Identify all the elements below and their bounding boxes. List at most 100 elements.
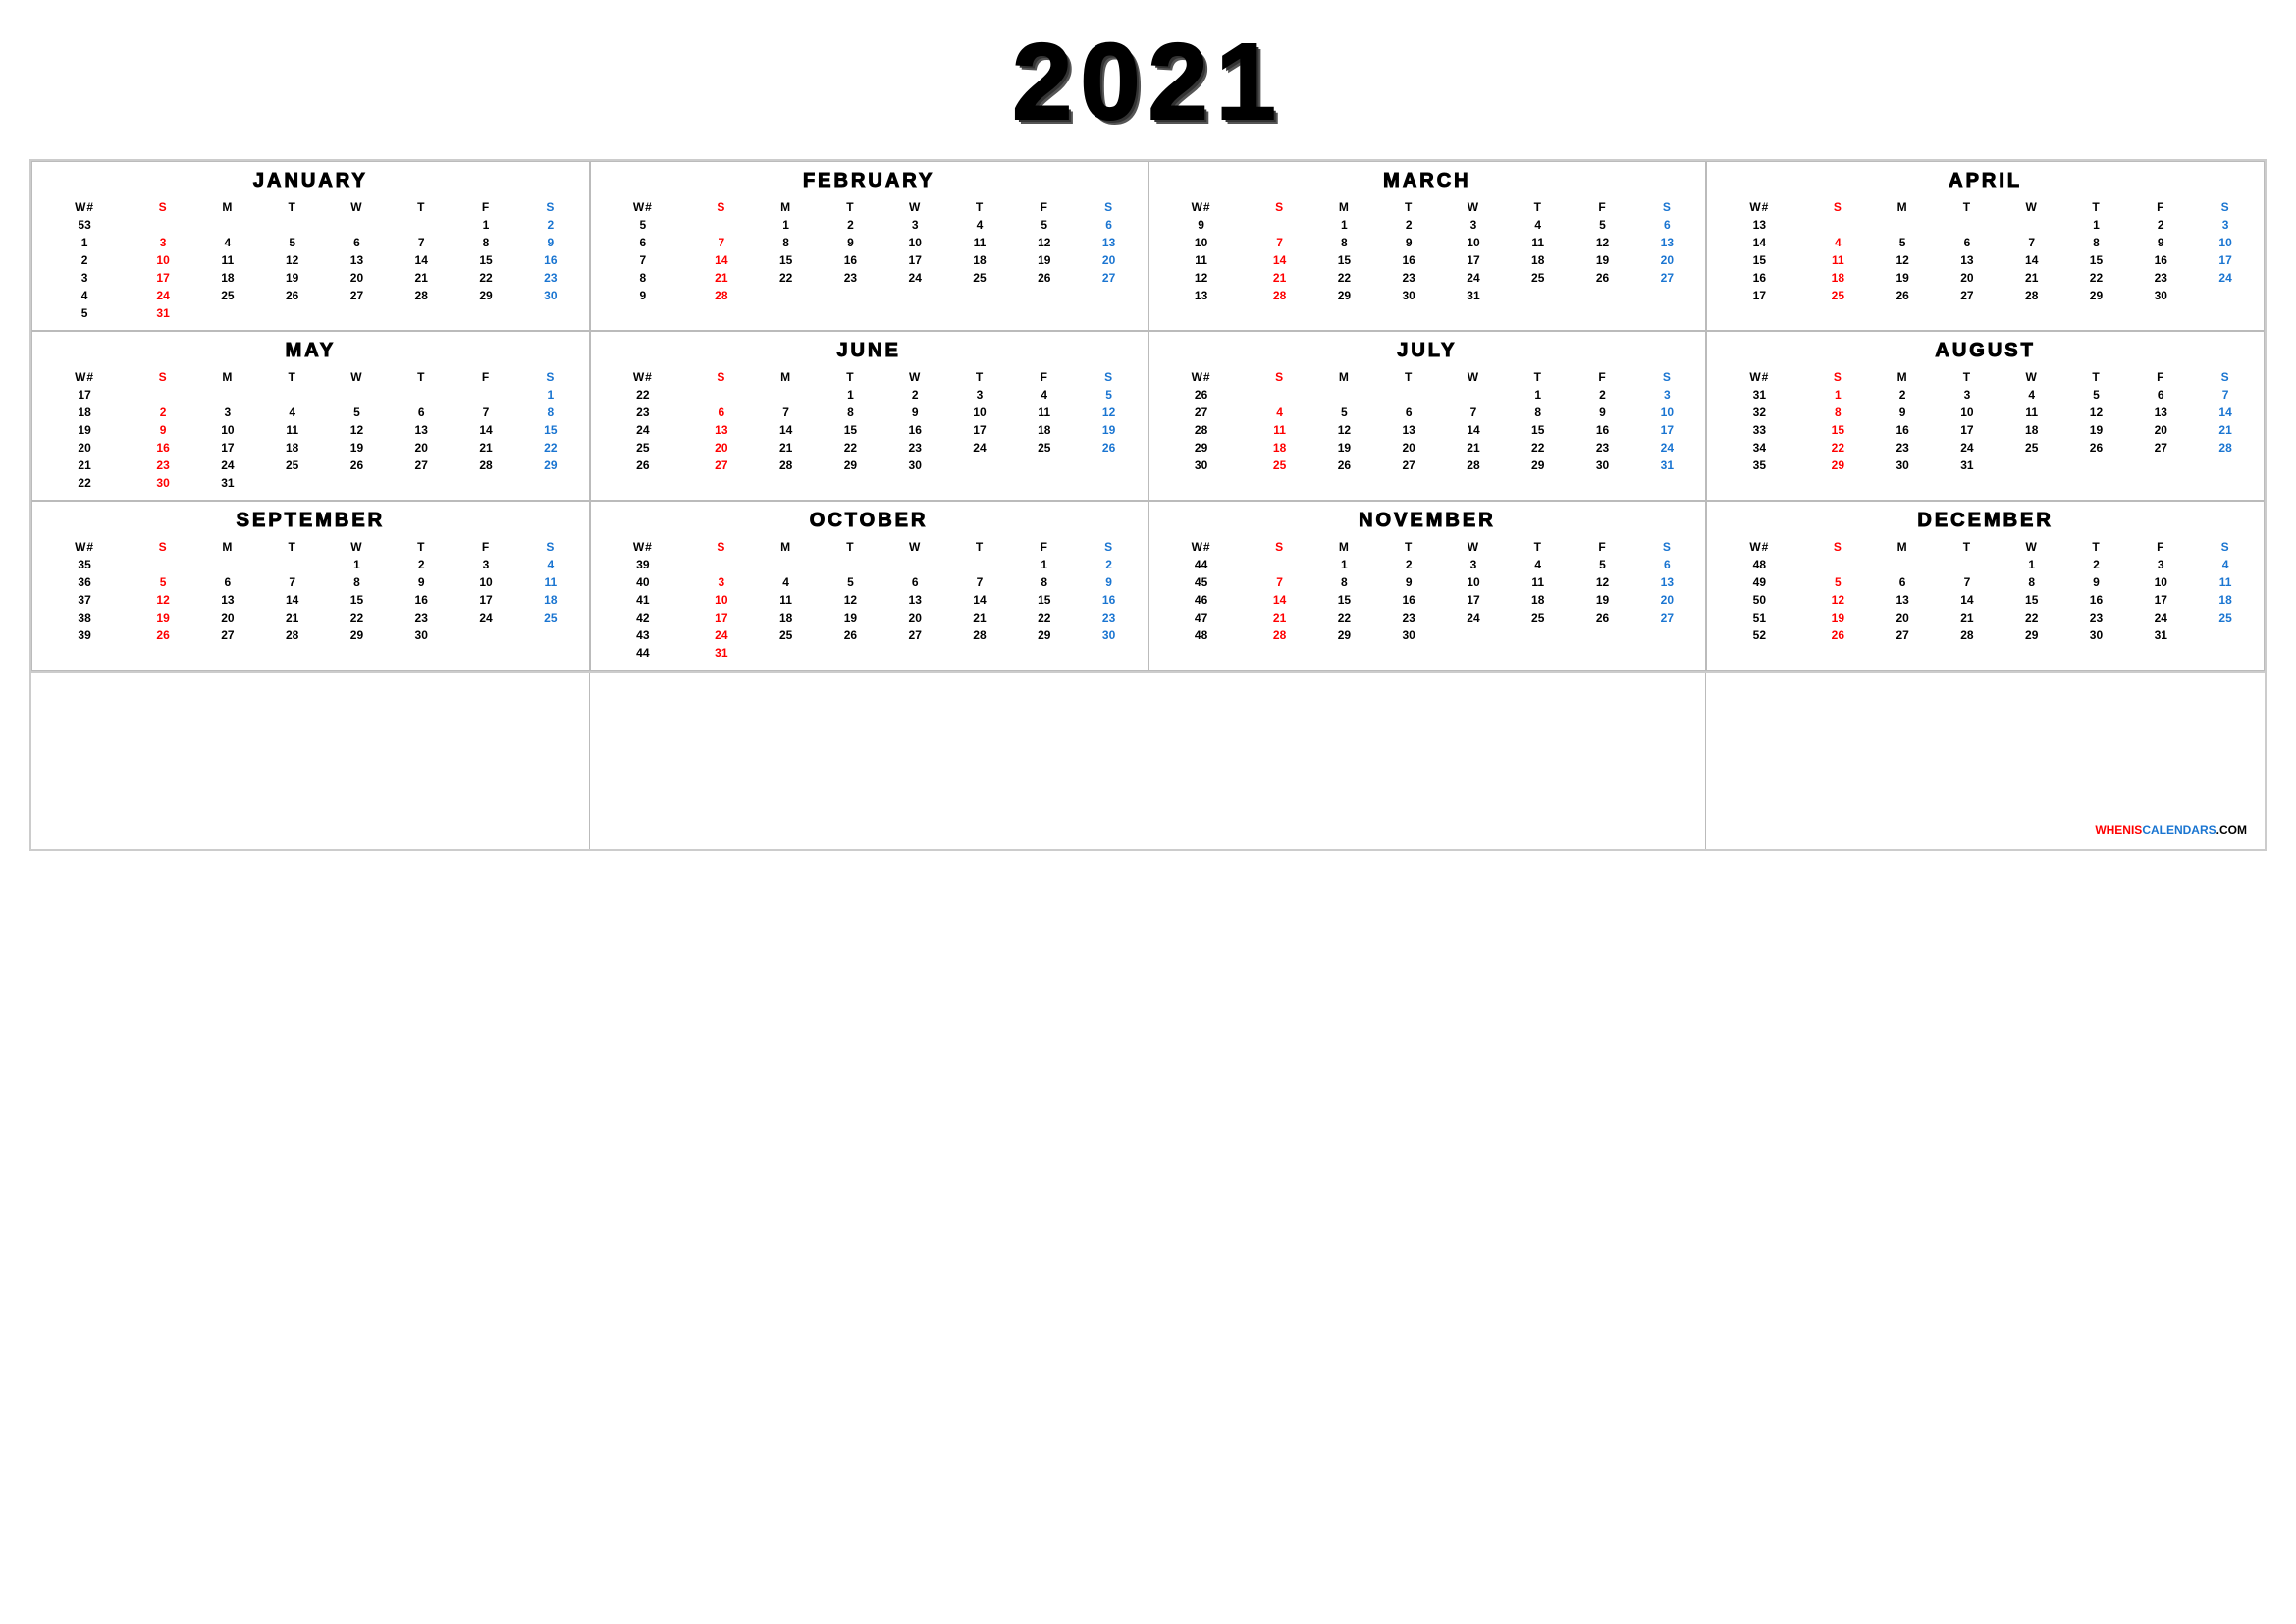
table-cell: 21: [2193, 421, 2258, 439]
table-cell: 7: [947, 573, 1012, 591]
table-cell: 11: [2193, 573, 2258, 591]
table-cell: 7: [260, 573, 325, 591]
table-cell: 24: [1935, 439, 2000, 457]
table-cell: 7: [1248, 573, 1312, 591]
table-cell: 6: [1935, 234, 2000, 251]
table-cell: 2: [1077, 556, 1142, 573]
table-cell: 27: [1634, 269, 1699, 287]
table-cell: 5: [38, 304, 131, 322]
calendar-page: 2021 JANUARYW#SMTWTFS5312134567892101112…: [0, 0, 2296, 1624]
calendars-grid: JANUARYW#SMTWTFS531213456789210111213141…: [29, 159, 2267, 673]
table-cell: 16: [1571, 421, 1635, 439]
table-cell: 6: [1634, 556, 1699, 573]
table-cell: 9: [819, 234, 883, 251]
table-cell: 30: [2128, 287, 2193, 304]
table-cell: 29: [1312, 626, 1377, 644]
table-cell: 10: [1155, 234, 1248, 251]
table-row: 1078910111213: [1155, 234, 1700, 251]
table-cell: 23: [882, 439, 947, 457]
table-row: 17252627282930: [1713, 287, 2258, 304]
header-thu: T: [2064, 368, 2129, 386]
header-mon: M: [1312, 368, 1377, 386]
table-cell: 26: [1012, 269, 1077, 287]
table-cell: 1: [1312, 216, 1377, 234]
table-cell: [131, 386, 195, 404]
table-cell: 16: [389, 591, 454, 609]
table-cell: 31: [689, 644, 754, 662]
table-cell: 20: [1935, 269, 2000, 287]
table-cell: 26: [1077, 439, 1142, 457]
table-row: 236789101112: [597, 404, 1142, 421]
table-row: 4721222324252627: [1155, 609, 1700, 626]
header-thu: T: [2064, 538, 2129, 556]
table-cell: 2: [518, 216, 583, 234]
table-cell: 24: [689, 626, 754, 644]
table-cell: 25: [947, 269, 1012, 287]
table-cell: [454, 474, 518, 492]
cal-table-may: W#SMTWTFS1711823456781991011121314152016…: [38, 368, 583, 492]
cal-table-september: W#SMTWTFS3512343656789101137121314151617…: [38, 538, 583, 644]
header-sat: S: [518, 368, 583, 386]
table-cell: 13: [1870, 591, 1935, 609]
table-cell: 4: [947, 216, 1012, 234]
table-cell: 23: [1870, 439, 1935, 457]
table-row: 2413141516171819: [597, 421, 1142, 439]
table-cell: [1935, 556, 2000, 573]
table-cell: 22: [2064, 269, 2129, 287]
table-cell: [1441, 626, 1506, 644]
header-sun: S: [689, 368, 754, 386]
table-row: 223031: [38, 474, 583, 492]
table-cell: [131, 556, 195, 573]
table-cell: [518, 626, 583, 644]
table-cell: 13: [1155, 287, 1248, 304]
table-cell: [1248, 216, 1312, 234]
table-cell: 27: [1155, 404, 1248, 421]
header-sun: S: [689, 198, 754, 216]
table-cell: 31: [2128, 626, 2193, 644]
table-row: 2520212223242526: [597, 439, 1142, 457]
watermark: WHENISCALENDARS.COM: [2085, 818, 2257, 841]
table-cell: 8: [597, 269, 689, 287]
table-cell: 18: [1248, 439, 1312, 457]
table-cell: [1312, 386, 1377, 404]
table-cell: 30: [131, 474, 195, 492]
table-cell: 28: [1441, 457, 1506, 474]
table-cell: 24: [454, 609, 518, 626]
table-cell: 2: [882, 386, 947, 404]
header-tue: T: [260, 538, 325, 556]
table-cell: 17: [1441, 591, 1506, 609]
table-row: 403456789: [597, 573, 1142, 591]
table-cell: 5: [325, 404, 390, 421]
table-cell: 5: [1805, 573, 1870, 591]
table-row: 44123456: [1155, 556, 1700, 573]
table-cell: 9: [1376, 234, 1441, 251]
table-cell: 9: [1155, 216, 1248, 234]
table-cell: 9: [389, 573, 454, 591]
table-cell: 29: [325, 626, 390, 644]
table-cell: 7: [1248, 234, 1312, 251]
bottom-section: WHENISCALENDARS.COM: [29, 673, 2267, 851]
table-cell: [1506, 626, 1571, 644]
table-cell: 1: [1805, 386, 1870, 404]
month-name-august: AUGUST: [1713, 340, 2258, 362]
table-row: 26123: [1155, 386, 1700, 404]
month-name-december: DECEMBER: [1713, 510, 2258, 532]
table-row: 531: [38, 304, 583, 322]
month-cell-september: SEPTEMBERW#SMTWTFS3512343656789101137121…: [31, 501, 590, 671]
table-cell: 15: [454, 251, 518, 269]
header-sat: S: [1634, 198, 1699, 216]
table-cell: 36: [38, 573, 131, 591]
table-cell: 26: [1571, 609, 1635, 626]
table-cell: 32: [1713, 404, 1805, 421]
table-cell: 16: [2128, 251, 2193, 269]
header-tue: T: [819, 198, 883, 216]
table-cell: 8: [754, 234, 819, 251]
table-cell: 20: [325, 269, 390, 287]
header-sat: S: [518, 538, 583, 556]
table-cell: 3: [454, 556, 518, 573]
table-row: 4324252627282930: [597, 626, 1142, 644]
table-cell: 28: [389, 287, 454, 304]
table-cell: 18: [38, 404, 131, 421]
table-cell: [1805, 556, 1870, 573]
table-cell: [2000, 216, 2064, 234]
